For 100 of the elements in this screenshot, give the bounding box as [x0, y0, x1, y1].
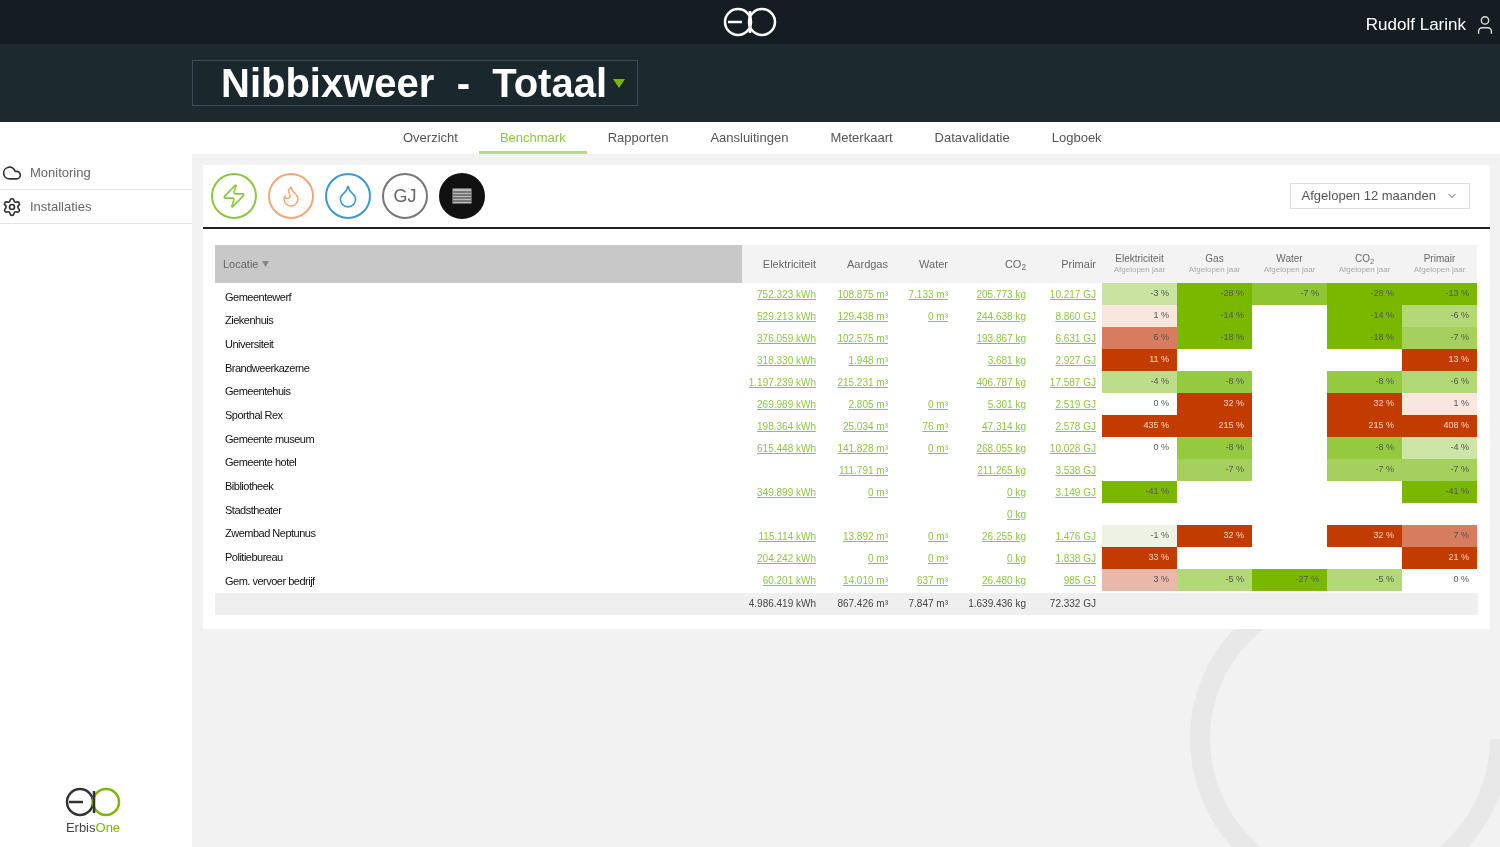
value-link[interactable]: 115.114 kWh	[758, 528, 816, 544]
value-link[interactable]: 13.892 m³	[842, 528, 888, 544]
value-link[interactable]: 0 m³	[928, 528, 948, 544]
value-link[interactable]: 1.197.239 kWh	[748, 374, 816, 390]
value-link[interactable]: 0 m³	[928, 550, 948, 566]
water-button[interactable]	[325, 173, 371, 219]
percentage-cell: -14 %	[1327, 305, 1402, 327]
column-header: Primair	[1032, 245, 1102, 283]
column-header[interactable]: Locatie	[215, 245, 742, 283]
location-name: Zwembad Neptunus	[225, 526, 316, 542]
nav-tab[interactable]: Aansluitingen	[689, 124, 810, 154]
value-link[interactable]: 985 GJ	[1063, 572, 1096, 588]
value-link[interactable]: 1.838 GJ	[1055, 550, 1096, 566]
value-link[interactable]: 111.791 m³	[838, 462, 888, 478]
value-link[interactable]: 529.213 kWh	[757, 308, 816, 324]
value-link[interactable]: 406.787 kg	[976, 374, 1026, 390]
value-link[interactable]: 14.010 m³	[842, 572, 888, 588]
value-link[interactable]: 215.231 m³	[837, 374, 888, 390]
sidebar-item[interactable]: Installaties	[0, 190, 192, 224]
value-link[interactable]: 318.330 kWh	[757, 352, 816, 368]
value-link[interactable]: 0 m³	[868, 550, 888, 566]
percentage-cell: -4 %	[1402, 437, 1477, 459]
value-link[interactable]: 6.631 GJ	[1055, 330, 1096, 346]
value-link[interactable]: 7.133 m³	[908, 286, 948, 302]
value-link[interactable]: 637 m³	[916, 572, 948, 588]
value-link[interactable]: 0 m³	[928, 308, 948, 324]
value-link[interactable]: 0 kg	[1007, 484, 1026, 500]
percentage-cell: 7 %	[1402, 525, 1477, 547]
value-link[interactable]: 3.538 GJ	[1055, 462, 1096, 478]
percentage-cell: 435 %	[1102, 415, 1177, 437]
value-link[interactable]: 2.578 GJ	[1055, 418, 1096, 434]
total-value: 1.639.436 kg	[968, 597, 1026, 612]
value-link[interactable]: 752.323 kWh	[757, 286, 816, 302]
nav-tab[interactable]: Overzicht	[382, 124, 479, 154]
total-value: 72.332 GJ	[1049, 597, 1096, 612]
value-link[interactable]: 615.448 kWh	[757, 440, 816, 456]
percentage-cell: -28 %	[1327, 283, 1402, 305]
value-link[interactable]: 2.519 GJ	[1055, 396, 1096, 412]
value-link[interactable]: 10.217 GJ	[1049, 286, 1096, 302]
column-header: Primair Afgelopen jaar	[1402, 245, 1477, 283]
percentage-cell: -6 %	[1402, 371, 1477, 393]
value-link[interactable]: 2.927 GJ	[1055, 352, 1096, 368]
nav-tab[interactable]: Datavalidatie	[913, 124, 1031, 154]
value-link[interactable]: 76 m³	[922, 418, 948, 434]
value-link[interactable]: 0 kg	[1007, 506, 1026, 522]
value-link[interactable]: 102.575 m³	[837, 330, 888, 346]
period-select[interactable]: Afgelopen 12 maanden	[1289, 183, 1470, 209]
percentage-cell: -41 %	[1402, 481, 1477, 503]
value-link[interactable]: 349.899 kWh	[757, 484, 816, 500]
percentage-cell: 32 %	[1177, 393, 1252, 415]
value-link[interactable]: 204.242 kWh	[757, 550, 816, 566]
value-link[interactable]: 108.875 m³	[837, 286, 888, 302]
value-link[interactable]: 244.638 kg	[976, 308, 1026, 324]
percentage-cell: 6 %	[1102, 327, 1177, 349]
nav-tab[interactable]: Rapporten	[586, 124, 690, 154]
nav-tab[interactable]: Meterkaart	[809, 124, 914, 154]
percentage-cell: 11 %	[1102, 349, 1177, 371]
value-link[interactable]: 268.055 kg	[976, 440, 1026, 456]
value-link[interactable]: 8.860 GJ	[1055, 308, 1096, 324]
column-header: Water	[894, 245, 954, 283]
percentage-cell: 1 %	[1402, 393, 1477, 415]
total-value: 7.847 m³	[908, 597, 948, 612]
column-header: CO$_{2}$	[954, 245, 1032, 283]
value-link[interactable]: 193.867 kg	[976, 330, 1026, 346]
value-link[interactable]: 17.587 GJ	[1049, 374, 1096, 390]
location-name: Bibliotheek	[225, 479, 274, 495]
percentage-cell: -18 %	[1327, 327, 1402, 349]
value-link[interactable]: 3.681 kg	[987, 352, 1026, 368]
gj-button[interactable]: GJ	[382, 173, 428, 219]
value-link[interactable]: 141.828 m³	[837, 440, 888, 456]
value-link[interactable]: 1.948 m³	[848, 352, 888, 368]
value-link[interactable]: 2.805 m³	[848, 396, 888, 412]
value-link[interactable]: 26.480 kg	[982, 572, 1026, 588]
gear-icon	[2, 196, 22, 217]
value-link[interactable]: 0 kg	[1007, 550, 1026, 566]
percentage-cell: -4 %	[1102, 371, 1177, 393]
nav-tab[interactable]: Logboek	[1030, 124, 1123, 154]
value-link[interactable]: 376.059 kWh	[757, 330, 816, 346]
value-link[interactable]: 0 m³	[928, 440, 948, 456]
value-link[interactable]: 5.301 kg	[987, 396, 1026, 412]
percentage-cell: 32 %	[1177, 525, 1252, 547]
value-link[interactable]: 25.034 m³	[842, 418, 888, 434]
value-link[interactable]: 205.773 kg	[976, 286, 1026, 302]
value-link[interactable]: 47.314 kg	[982, 418, 1026, 434]
value-link[interactable]: 26.255 kg	[982, 528, 1026, 544]
value-link[interactable]: 10.028 GJ	[1049, 440, 1096, 456]
table-icon	[452, 188, 472, 204]
value-link[interactable]: 198.364 kWh	[757, 418, 816, 434]
table-button[interactable]	[439, 173, 485, 219]
value-link[interactable]: 211.265 kg	[977, 462, 1026, 478]
value-link[interactable]: 0 m³	[868, 484, 888, 500]
location-name: Sporthal Rex	[225, 408, 283, 424]
value-link[interactable]: 1.476 GJ	[1055, 528, 1096, 544]
value-link[interactable]: 269.989 kWh	[757, 396, 816, 412]
caret-icon[interactable]	[613, 77, 625, 89]
value-link[interactable]: 0 m³	[928, 396, 948, 412]
value-link[interactable]: 60.201 kWh	[762, 572, 816, 588]
value-link[interactable]: 129.438 m³	[837, 308, 888, 324]
value-link[interactable]: 3.149 GJ	[1055, 484, 1096, 500]
location-name: Gemeente hotel	[225, 455, 297, 471]
